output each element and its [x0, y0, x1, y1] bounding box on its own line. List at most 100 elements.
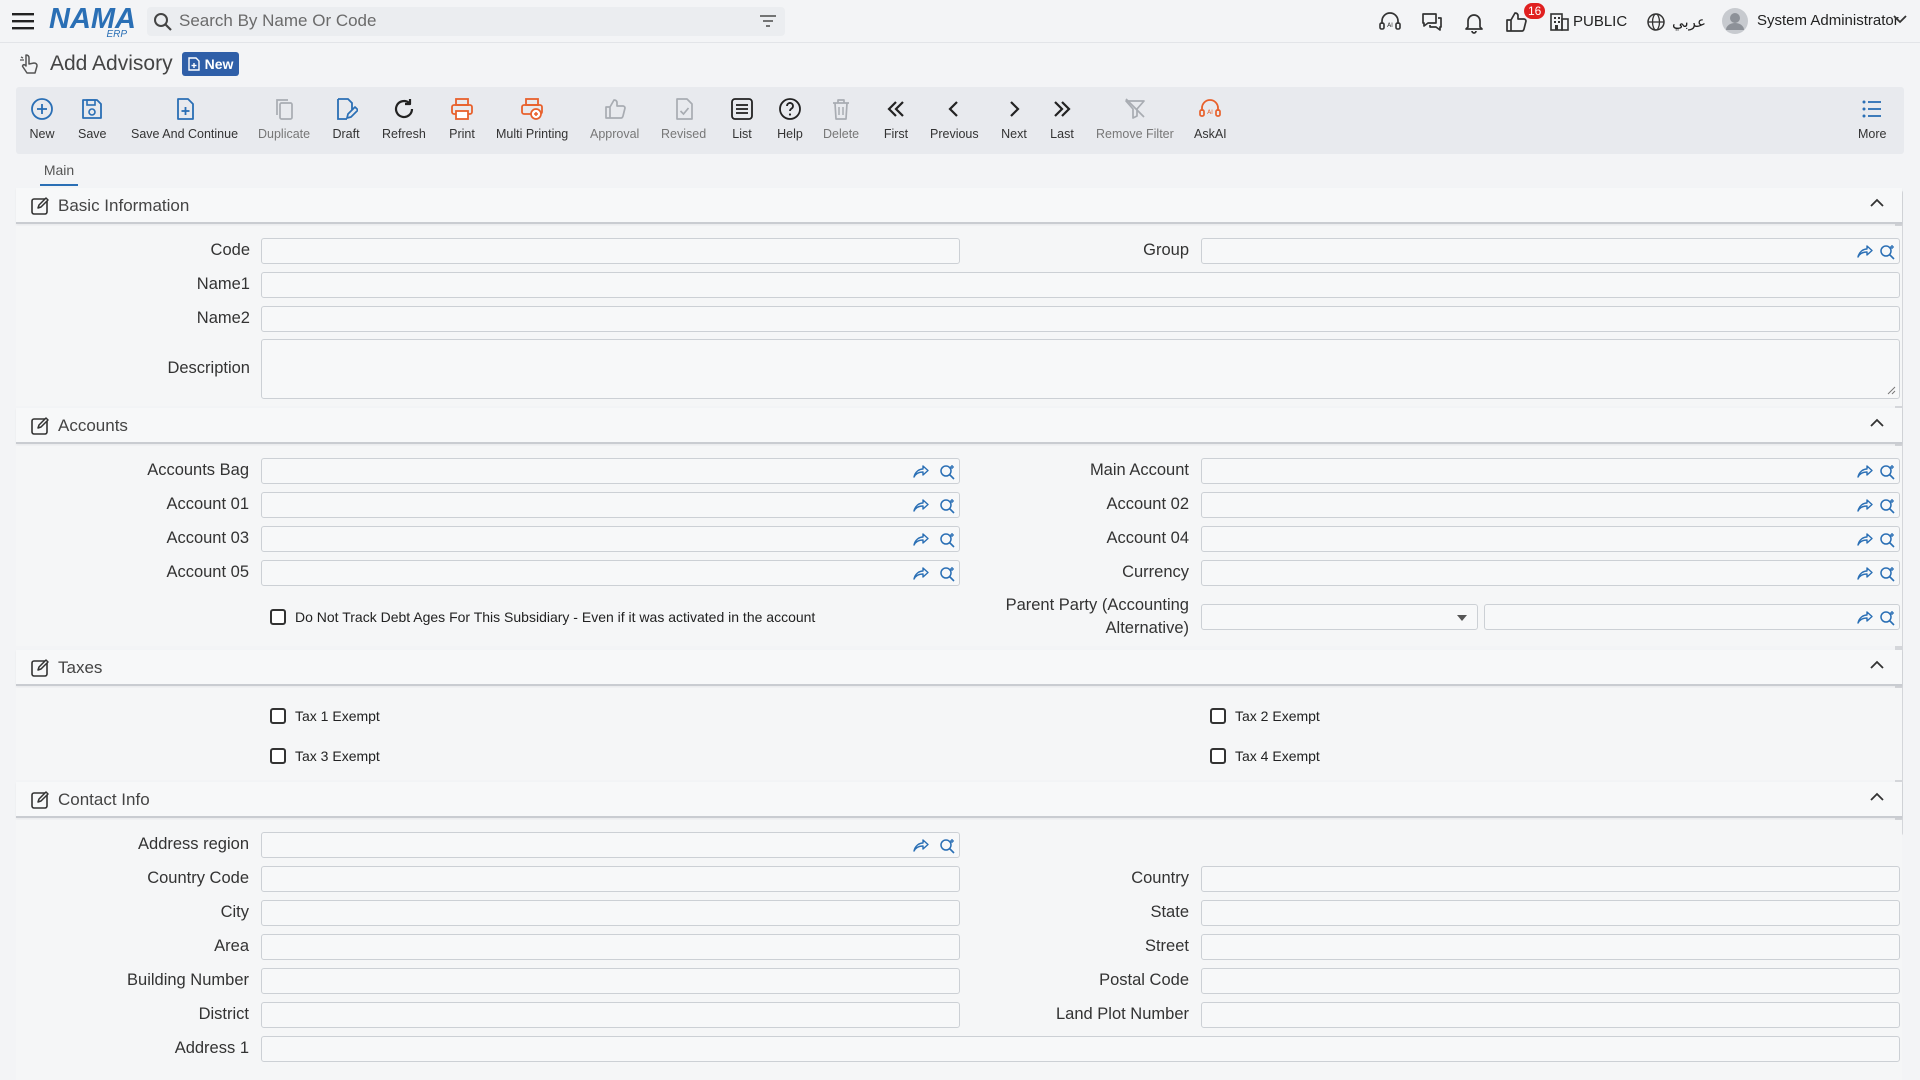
- parent-party-field[interactable]: [1484, 604, 1900, 630]
- chevron-up-icon[interactable]: [1870, 198, 1884, 208]
- name2-field[interactable]: [261, 306, 1900, 332]
- duplicate-button[interactable]: Duplicate: [258, 95, 310, 141]
- menu-icon[interactable]: [12, 11, 34, 31]
- list-button[interactable]: List: [728, 95, 756, 141]
- code-field[interactable]: [261, 238, 960, 264]
- chevron-up-icon[interactable]: [1870, 792, 1884, 802]
- share-icon[interactable]: [913, 498, 929, 512]
- share-icon[interactable]: [1857, 566, 1873, 580]
- group-field[interactable]: [1201, 238, 1900, 264]
- building-number-field[interactable]: [261, 968, 960, 994]
- tax2-exempt-checkbox[interactable]: [1210, 708, 1226, 724]
- globe-icon[interactable]: [1646, 12, 1670, 36]
- help-button[interactable]: Help: [776, 95, 804, 141]
- draft-button[interactable]: Draft: [332, 95, 360, 141]
- more-button[interactable]: More: [1858, 95, 1886, 141]
- tax4-exempt-checkbox[interactable]: [1210, 748, 1226, 764]
- lookup-search-icon[interactable]: [939, 838, 955, 854]
- account-04-field[interactable]: [1201, 526, 1900, 552]
- next-button[interactable]: Next: [1000, 95, 1028, 141]
- section-contact-info[interactable]: Contact Info: [16, 782, 1902, 818]
- main-account-field[interactable]: [1201, 458, 1900, 484]
- lookup-search-icon[interactable]: [939, 566, 955, 582]
- save-button[interactable]: Save: [78, 95, 107, 141]
- share-icon[interactable]: [1857, 244, 1873, 258]
- share-icon[interactable]: [1857, 610, 1873, 624]
- account-01-field[interactable]: [261, 492, 960, 518]
- name1-field[interactable]: [261, 272, 1900, 298]
- accounts-bag-field[interactable]: [261, 458, 960, 484]
- section-accounts[interactable]: Accounts: [16, 408, 1902, 444]
- country-code-field[interactable]: [261, 866, 960, 892]
- user-name[interactable]: System Administrator: [1757, 12, 1899, 29]
- building-icon[interactable]: [1548, 10, 1572, 34]
- parent-party-type-select[interactable]: [1201, 604, 1478, 630]
- street-field[interactable]: [1201, 934, 1900, 960]
- ai-assistant-icon[interactable]: AI: [1378, 10, 1402, 34]
- delete-button[interactable]: Delete: [823, 95, 859, 141]
- avatar[interactable]: [1722, 8, 1748, 34]
- lookup-search-icon[interactable]: [1879, 566, 1895, 582]
- approval-button[interactable]: Approval: [590, 95, 639, 141]
- language-toggle[interactable]: عربي: [1672, 13, 1706, 31]
- save-and-continue-button[interactable]: Save And Continue: [131, 95, 238, 141]
- askai-button[interactable]: AI AskAI: [1194, 95, 1227, 141]
- tax1-exempt-checkbox[interactable]: [270, 708, 286, 724]
- lookup-search-icon[interactable]: [1879, 610, 1895, 626]
- land-plot-number-field[interactable]: [1201, 1002, 1900, 1028]
- print-button[interactable]: Print: [448, 95, 476, 141]
- city-field[interactable]: [261, 900, 960, 926]
- lookup-search-icon[interactable]: [1879, 498, 1895, 514]
- new-button[interactable]: New: [28, 95, 56, 141]
- tax3-exempt-checkbox[interactable]: [270, 748, 286, 764]
- section-basic-information[interactable]: Basic Information: [16, 188, 1902, 224]
- lookup-search-icon[interactable]: [939, 498, 955, 514]
- address1-field[interactable]: [261, 1036, 1900, 1062]
- address-region-field[interactable]: [261, 832, 960, 858]
- account-05-field[interactable]: [261, 560, 960, 586]
- postal-code-field[interactable]: [1201, 968, 1900, 994]
- resize-handle-icon[interactable]: [1886, 385, 1896, 395]
- search-input[interactable]: [179, 10, 739, 32]
- chevron-up-icon[interactable]: [1870, 418, 1884, 428]
- share-icon[interactable]: [913, 464, 929, 478]
- multi-printing-button[interactable]: Multi Printing: [496, 95, 568, 141]
- previous-button[interactable]: Previous: [930, 95, 979, 141]
- lookup-search-icon[interactable]: [1879, 532, 1895, 548]
- section-taxes[interactable]: Taxes: [16, 650, 1902, 686]
- lookup-search-icon[interactable]: [939, 464, 955, 480]
- filter-icon[interactable]: [759, 14, 777, 28]
- share-icon[interactable]: [913, 566, 929, 580]
- app-logo[interactable]: NAMA ERP: [49, 4, 136, 40]
- tab-main[interactable]: Main: [40, 162, 78, 186]
- chat-icon[interactable]: [1420, 10, 1444, 34]
- country-field[interactable]: [1201, 866, 1900, 892]
- lookup-search-icon[interactable]: [939, 532, 955, 548]
- share-icon[interactable]: [913, 532, 929, 546]
- account-03-field[interactable]: [261, 526, 960, 552]
- help-label: Help: [777, 127, 803, 141]
- branch-label[interactable]: PUBLIC: [1573, 13, 1627, 30]
- description-textarea[interactable]: [261, 339, 1900, 399]
- global-search[interactable]: [147, 7, 785, 36]
- refresh-button[interactable]: Refresh: [382, 95, 426, 141]
- first-button[interactable]: First: [882, 95, 910, 141]
- lookup-search-icon[interactable]: [1879, 244, 1895, 260]
- currency-field[interactable]: [1201, 560, 1900, 586]
- lookup-search-icon[interactable]: [1879, 464, 1895, 480]
- debt-ages-checkbox[interactable]: [270, 609, 286, 625]
- chevron-up-icon[interactable]: [1870, 660, 1884, 670]
- state-field[interactable]: [1201, 900, 1900, 926]
- share-icon[interactable]: [1857, 498, 1873, 512]
- share-icon[interactable]: [913, 838, 929, 852]
- area-field[interactable]: [261, 934, 960, 960]
- revised-button[interactable]: Revised: [661, 95, 706, 141]
- bell-icon[interactable]: [1462, 10, 1486, 34]
- account-02-field[interactable]: [1201, 492, 1900, 518]
- district-field[interactable]: [261, 1002, 960, 1028]
- share-icon[interactable]: [1857, 464, 1873, 478]
- chevron-down-icon[interactable]: [1893, 14, 1917, 38]
- last-button[interactable]: Last: [1048, 95, 1076, 141]
- remove-filter-button[interactable]: Remove Filter: [1096, 95, 1174, 141]
- share-icon[interactable]: [1857, 532, 1873, 546]
